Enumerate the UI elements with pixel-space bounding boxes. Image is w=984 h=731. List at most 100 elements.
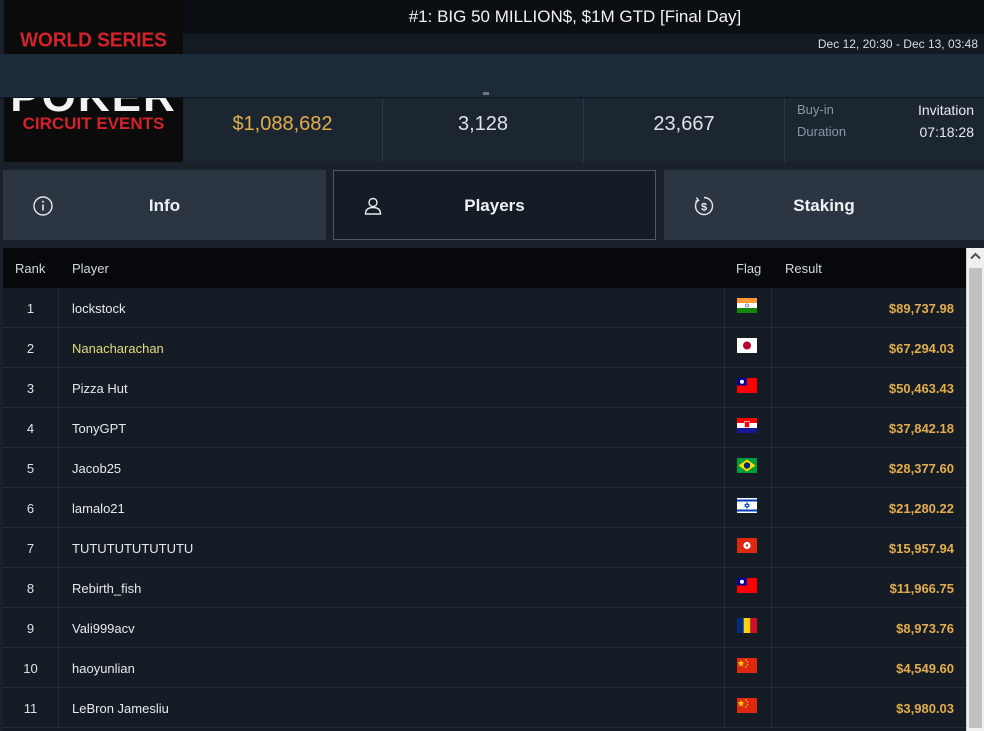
logo-line-3: CIRCUIT EVENTS: [22, 114, 165, 133]
china-flag-icon: [737, 658, 757, 673]
buyin-label: Buy-in: [797, 102, 834, 117]
player-name[interactable]: TUTUTUTUTUTUTU: [72, 541, 193, 556]
player-name[interactable]: lamalo21: [72, 501, 125, 516]
duration-label: Duration: [797, 124, 847, 139]
table-row[interactable]: 3 Pizza Hut $50,463.43: [3, 368, 966, 408]
overlay-banner: [0, 54, 984, 98]
flag-cell: [724, 328, 772, 368]
player-name[interactable]: Nanacharachan: [72, 341, 164, 356]
flag-cell: [724, 648, 772, 688]
prize-pool-value: $1,088,682: [232, 113, 333, 135]
table-row[interactable]: 8 Rebirth_fish $11,966.75: [3, 568, 966, 608]
player-name[interactable]: LeBron Jamesliu: [72, 701, 169, 716]
brazil-flag-icon: [737, 458, 757, 473]
buyin-value: Invitation: [917, 102, 974, 118]
flag-cell: [724, 368, 772, 408]
rank-cell: 8: [3, 568, 59, 608]
third-stat-value: 23,667: [653, 113, 715, 135]
label-fragment: [483, 92, 489, 95]
flag-cell: [724, 448, 772, 488]
result-cell: $50,463.43: [888, 381, 954, 396]
tab-staking-label: Staking: [793, 196, 855, 215]
rank-cell: 3: [3, 368, 59, 408]
flag-cell: [724, 528, 772, 568]
rank-cell: 9: [3, 608, 59, 648]
table-row[interactable]: 4 TonyGPT $37,842.18: [3, 408, 966, 448]
scrollbar-thumb[interactable]: [969, 268, 982, 728]
flag-cell: [724, 408, 772, 448]
result-cell: $11,966.75: [889, 581, 954, 596]
taiwan-flag-icon: [737, 578, 757, 593]
player-name[interactable]: haoyunlian: [72, 661, 135, 676]
result-cell: $28,377.60: [888, 461, 954, 476]
result-cell: $4,549.60: [896, 661, 954, 676]
israel-flag-icon: [737, 498, 757, 513]
japan-flag-icon: [737, 338, 757, 353]
tab-staking[interactable]: $ Staking: [664, 170, 984, 240]
result-cell: $37,842.18: [888, 421, 954, 436]
table-row[interactable]: 10 haoyunlian $4,549.60: [3, 648, 966, 688]
rank-cell: 4: [3, 408, 59, 448]
result-cell: $67,294.03: [888, 341, 954, 356]
table-row[interactable]: 5 Jacob25 $28,377.60: [3, 448, 966, 488]
rank-cell: 2: [3, 328, 59, 368]
flag-cell: [724, 488, 772, 528]
flag-cell: [724, 568, 772, 608]
stats-bar: $1,088,682 3,128 23,667 Buy-in Invitatio…: [183, 92, 984, 162]
tab-info-label: Info: [148, 196, 181, 215]
rank-cell: 6: [3, 488, 59, 528]
china-flag-icon: [737, 698, 757, 713]
table-row[interactable]: 6 lamalo21 $21,280.22: [3, 488, 966, 528]
rank-cell: 7: [3, 528, 59, 568]
flag-cell: [724, 608, 772, 648]
entries-value: 3,128: [457, 113, 509, 135]
tab-players[interactable]: Players: [333, 170, 656, 240]
header-rank[interactable]: Rank: [15, 261, 45, 276]
rank-cell: 5: [3, 448, 59, 488]
header-player[interactable]: Player: [72, 261, 109, 276]
taiwan-flag-icon: [737, 378, 757, 393]
logo-line-1: WORLD SERIES: [20, 29, 167, 52]
hong-kong-flag-icon: [737, 538, 757, 553]
stat-third: 23,667: [584, 98, 785, 162]
player-name[interactable]: lockstock: [72, 301, 125, 316]
table-row[interactable]: 11 LeBron Jamesliu $3,980.03: [3, 688, 966, 728]
player-name[interactable]: Vali999acv: [72, 621, 135, 636]
stat-details: Buy-in Invitation Duration 07:18:28: [785, 98, 984, 162]
result-cell: $3,980.03: [896, 701, 954, 716]
rank-cell: 11: [3, 688, 59, 728]
player-name[interactable]: Pizza Hut: [72, 381, 128, 396]
table-row[interactable]: 1 lockstock $89,737.98: [3, 288, 966, 328]
table-header: Rank Player Flag Result: [3, 248, 966, 288]
table-row[interactable]: 7 TUTUTUTUTUTUTU $15,957.94: [3, 528, 966, 568]
romania-flag-icon: [737, 618, 757, 633]
result-cell: $8,973.76: [896, 621, 954, 636]
players-table: Rank Player Flag Result 1 lockstock $89,73…: [3, 248, 966, 731]
scrollbar[interactable]: [966, 248, 984, 731]
table-row[interactable]: 2 Nanacharachan $67,294.03: [3, 328, 966, 368]
flag-cell: [724, 288, 772, 328]
player-name[interactable]: Rebirth_fish: [72, 581, 141, 596]
tab-players-label: Players: [464, 196, 525, 215]
scroll-up-arrow-icon[interactable]: [967, 248, 984, 265]
player-name[interactable]: TonyGPT: [72, 421, 126, 436]
result-cell: $21,280.22: [888, 501, 954, 516]
header-flag[interactable]: Flag: [736, 261, 761, 276]
tournament-title: #1: BIG 50 MILLION$, $1M GTD [Final Day]: [408, 7, 742, 26]
rank-cell: 10: [3, 648, 59, 688]
table-row[interactable]: 9 Vali999acv $8,973.76: [3, 608, 966, 648]
stat-entries: 3,128: [383, 92, 584, 162]
date-bar: Dec 12, 20:30 - Dec 13, 03:48: [183, 34, 984, 54]
result-cell: $89,737.98: [888, 301, 954, 316]
header-result[interactable]: Result: [785, 261, 822, 276]
tab-info[interactable]: Info: [3, 170, 326, 240]
title-bar: #1: BIG 50 MILLION$, $1M GTD [Final Day]: [183, 0, 984, 34]
result-cell: $15,957.94: [888, 541, 954, 556]
flag-cell: [724, 688, 772, 728]
player-name[interactable]: Jacob25: [72, 461, 121, 476]
croatia-flag-icon: [737, 418, 757, 433]
tournament-dates: Dec 12, 20:30 - Dec 13, 03:48: [817, 37, 978, 51]
india-flag-icon: [737, 298, 757, 313]
duration-value: 07:18:28: [919, 124, 975, 140]
rank-cell: 1: [3, 288, 59, 328]
